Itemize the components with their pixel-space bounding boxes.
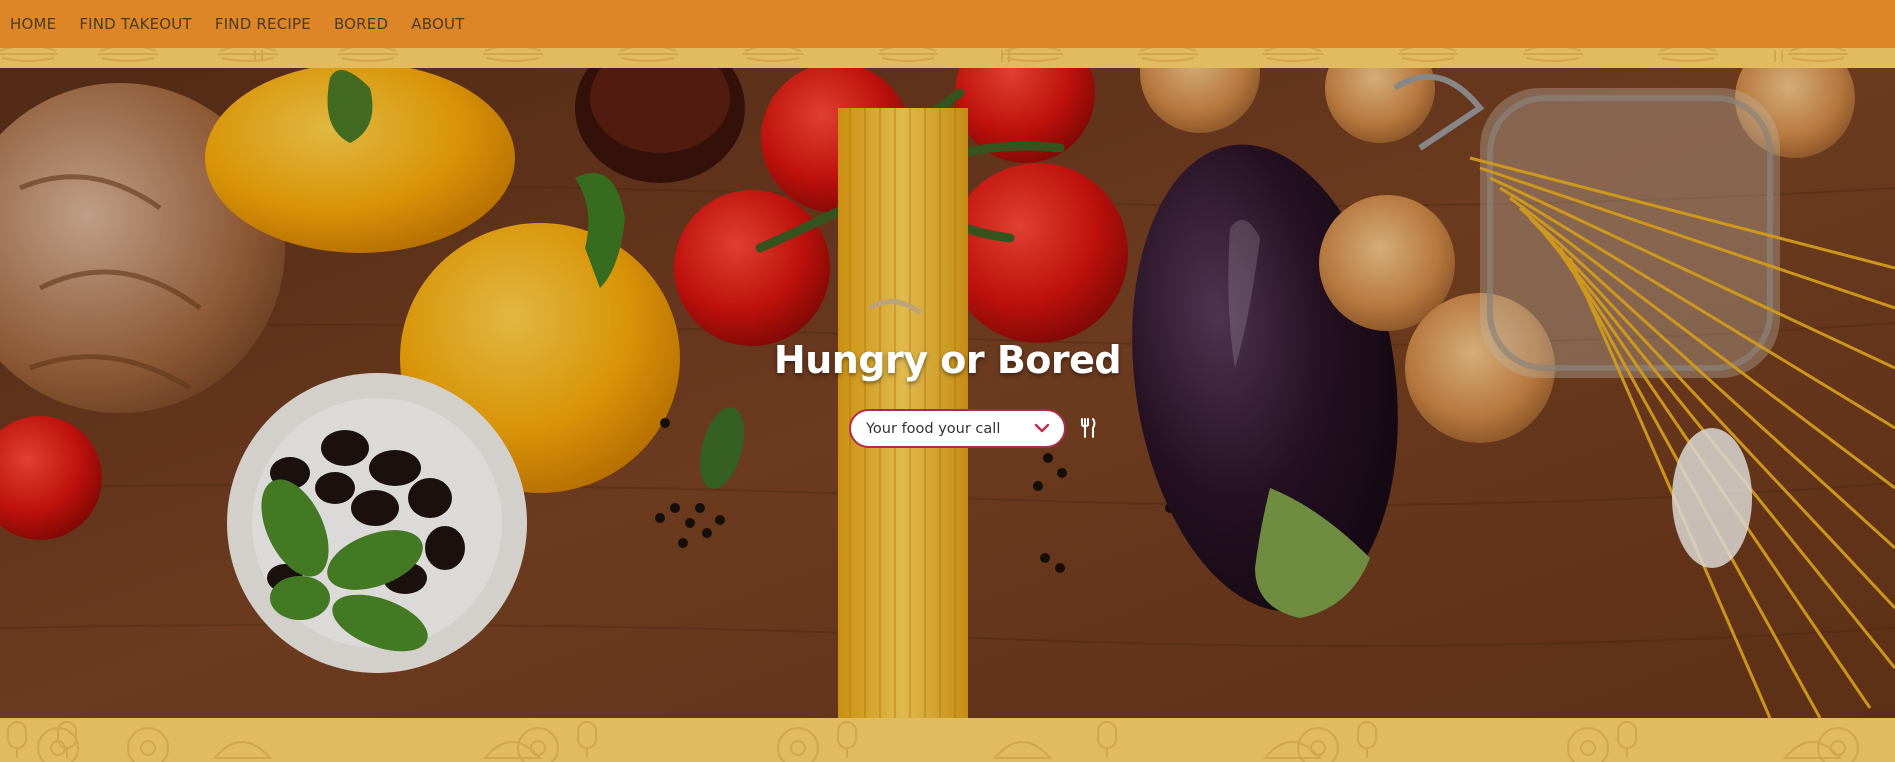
chevron-down-icon [1034,423,1050,433]
food-choice-select[interactable]: Your food your call [849,409,1066,448]
hero-title: Hungry or Bored [773,338,1122,382]
food-pattern-strip-bottom [0,718,1895,762]
top-nav: HOME FIND TAKEOUT FIND RECIPE BORED ABOU… [0,0,1895,48]
food-background-image [0,68,1895,718]
nav-about[interactable]: ABOUT [411,15,464,33]
food-pattern-strip-top [0,48,1895,68]
utensils-icon[interactable] [1079,418,1097,438]
food-choice-select-value: Your food your call [866,420,1001,437]
nav-bored[interactable]: BORED [334,15,388,33]
nav-find-recipe[interactable]: FIND RECIPE [215,15,311,33]
hero-section: Hungry or Bored Your food your call [0,68,1895,718]
nav-home[interactable]: HOME [10,15,56,33]
nav-find-takeout[interactable]: FIND TAKEOUT [79,15,192,33]
